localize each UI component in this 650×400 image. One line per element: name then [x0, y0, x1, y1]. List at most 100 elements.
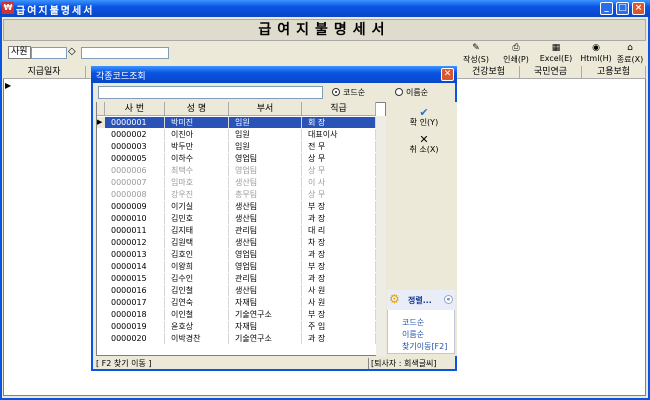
link-find-move[interactable]: 찾기이동[F2] — [402, 341, 447, 352]
cell: 이 사 — [302, 177, 376, 188]
table-row[interactable]: 0000019 윤호상 자재팀 주 임 — [97, 321, 376, 332]
employee-name-input[interactable] — [81, 47, 169, 59]
table-row[interactable]: 0000015 김수인 관리팀 과 장 — [97, 273, 376, 284]
table-row[interactable]: 0000003 박두만 임원 전 무 — [97, 141, 376, 152]
cell: 0000018 — [105, 309, 165, 320]
toolbar-label: 종료(X) — [616, 55, 644, 64]
maximize-button[interactable]: □ — [616, 2, 629, 15]
cell: 0000008 — [105, 189, 165, 200]
cell: 0000013 — [105, 249, 165, 260]
dialog-title-bar: 각종코드조회 ✕ — [91, 66, 457, 83]
table-row[interactable]: 0000017 김연숙 자재팀 사 원 — [97, 297, 376, 308]
radio-name-label: 이름순 — [406, 88, 429, 97]
table-row[interactable]: 0000008 강우진 총무팀 상 무 — [97, 189, 376, 200]
cell: 사 원 — [302, 297, 376, 308]
search-input[interactable] — [98, 86, 323, 99]
cell: 0000014 — [105, 261, 165, 272]
link-name-order[interactable]: 이름순 — [402, 329, 424, 340]
cell: 0000016 — [105, 285, 165, 296]
cell: 0000009 — [105, 201, 165, 212]
close-button[interactable]: × — [632, 2, 645, 15]
radio-checked-icon — [332, 88, 340, 96]
cancel-label: 취 소(X) — [409, 145, 439, 154]
cell: 이인철 — [165, 309, 229, 320]
cell: 0000007 — [105, 177, 165, 188]
cell: 0000015 — [105, 273, 165, 284]
col-department[interactable]: 부서 — [229, 102, 302, 116]
cell: 김민호 — [165, 213, 229, 224]
minimize-button[interactable]: _ — [600, 2, 613, 15]
status-left: [ F2 찾기 이동 ] — [96, 359, 152, 368]
table-row[interactable]: 0000002 이진아 임원 대표이사 — [97, 129, 376, 140]
table-row[interactable]: 0000016 김인철 생산팀 사 원 — [97, 285, 376, 296]
toolbar-label: 작성(S) — [462, 55, 490, 64]
window-title: 급여지불명세서 — [16, 6, 95, 17]
page-title: 급여지불명세서 — [3, 19, 646, 41]
col-rank[interactable]: 직급 — [302, 102, 376, 116]
pay-app-icon: ₩ — [2, 2, 14, 14]
employee-label: 사원 — [8, 46, 31, 59]
cell: 박미진 — [165, 117, 229, 128]
cell: 대표이사 — [302, 129, 376, 140]
cell: 임원 — [229, 141, 302, 152]
row-indicator-icon: ▶ — [5, 81, 12, 90]
collapse-icon[interactable]: « — [444, 295, 453, 304]
toolbar-button-1[interactable]: ⎙ 인쇄(P) — [496, 44, 536, 65]
dialog-close-button[interactable]: ✕ — [441, 68, 454, 81]
table-row[interactable]: 0000006 최택수 영업팀 상 무 — [97, 165, 376, 176]
cell: 생산팀 — [229, 201, 302, 212]
cell: 영업팀 — [229, 261, 302, 272]
table-row[interactable]: 0000009 이기실 생산팀 부 장 — [97, 201, 376, 212]
table-row[interactable]: 0000001 박미진 임원 회 장 — [97, 117, 376, 128]
cell: 영업팀 — [229, 165, 302, 176]
radio-sort-name[interactable]: 이름순 — [395, 86, 428, 99]
sort-panel-header: ⚙ 정렬... « — [387, 290, 455, 310]
table-row[interactable]: 0000005 이하수 영업팀 상 무 — [97, 153, 376, 164]
table-row[interactable]: 0000007 임마호 생산팀 이 사 — [97, 177, 376, 188]
dialog-status-bar: [ F2 찾기 이동 ] [퇴사자 : 회색글씨] — [96, 358, 455, 369]
cell: 0000011 — [105, 225, 165, 236]
cell: 대 리 — [302, 225, 376, 236]
cell: 임원 — [229, 117, 302, 128]
check-icon: ✔ — [419, 106, 429, 119]
table-row[interactable]: 0000011 김지태 관리팀 대 리 — [97, 225, 376, 236]
table-row[interactable]: 0000013 김호인 영업팀 과 장 — [97, 249, 376, 260]
table-row[interactable]: 0000010 김민호 생산팀 과 장 — [97, 213, 376, 224]
cell: 전 무 — [302, 141, 376, 152]
cell: 주 임 — [302, 321, 376, 332]
table-row[interactable]: 0000018 이인철 기술연구소 부 장 — [97, 309, 376, 320]
cell: 관리팀 — [229, 225, 302, 236]
radio-sort-code[interactable]: 코드순 — [332, 86, 365, 99]
link-code-order[interactable]: 코드순 — [402, 317, 424, 328]
cell: 과 장 — [302, 213, 376, 224]
cell: 과 장 — [302, 249, 376, 260]
cell: 최택수 — [165, 165, 229, 176]
table-row[interactable]: 0000020 이박경찬 기술연구소 과 장 — [97, 333, 376, 344]
table-row[interactable]: 0000012 김원택 생산팀 차 장 — [97, 237, 376, 248]
cell: 자재팀 — [229, 297, 302, 308]
cell: 박두만 — [165, 141, 229, 152]
row-header-corner — [97, 102, 105, 116]
table-scrollbar[interactable] — [376, 116, 386, 356]
employee-code-input[interactable] — [31, 47, 67, 59]
col-emp-no[interactable]: 사 번 — [105, 102, 165, 116]
cell: 이하수 — [165, 153, 229, 164]
lookup-icon[interactable]: ◇ — [68, 46, 76, 57]
toolbar-button-2[interactable]: ▦ Excel(E) — [536, 44, 576, 64]
cell: 생산팀 — [229, 213, 302, 224]
cell: 임마호 — [165, 177, 229, 188]
cell: 김지태 — [165, 225, 229, 236]
table-row[interactable]: 0000014 이왕희 영업팀 부 장 — [97, 261, 376, 272]
toolbar-button-0[interactable]: ✎ 작성(S) — [456, 44, 496, 65]
home-icon: ⌂ — [627, 43, 633, 53]
cell: 차 장 — [302, 237, 376, 248]
col-name[interactable]: 성 명 — [165, 102, 229, 116]
cell: 0000002 — [105, 129, 165, 140]
ok-button[interactable]: ✔ 확 인(Y) — [392, 106, 456, 128]
toolbar-button-4[interactable]: ⌂ 종료(X) — [610, 44, 650, 65]
cancel-button[interactable]: ✕ 취 소(X) — [392, 134, 456, 155]
toolbar-label: Html(H) — [580, 54, 612, 63]
printer-icon: ⎙ — [512, 43, 520, 53]
cell: 이진아 — [165, 129, 229, 140]
pencil-icon: ✎ — [472, 43, 480, 53]
